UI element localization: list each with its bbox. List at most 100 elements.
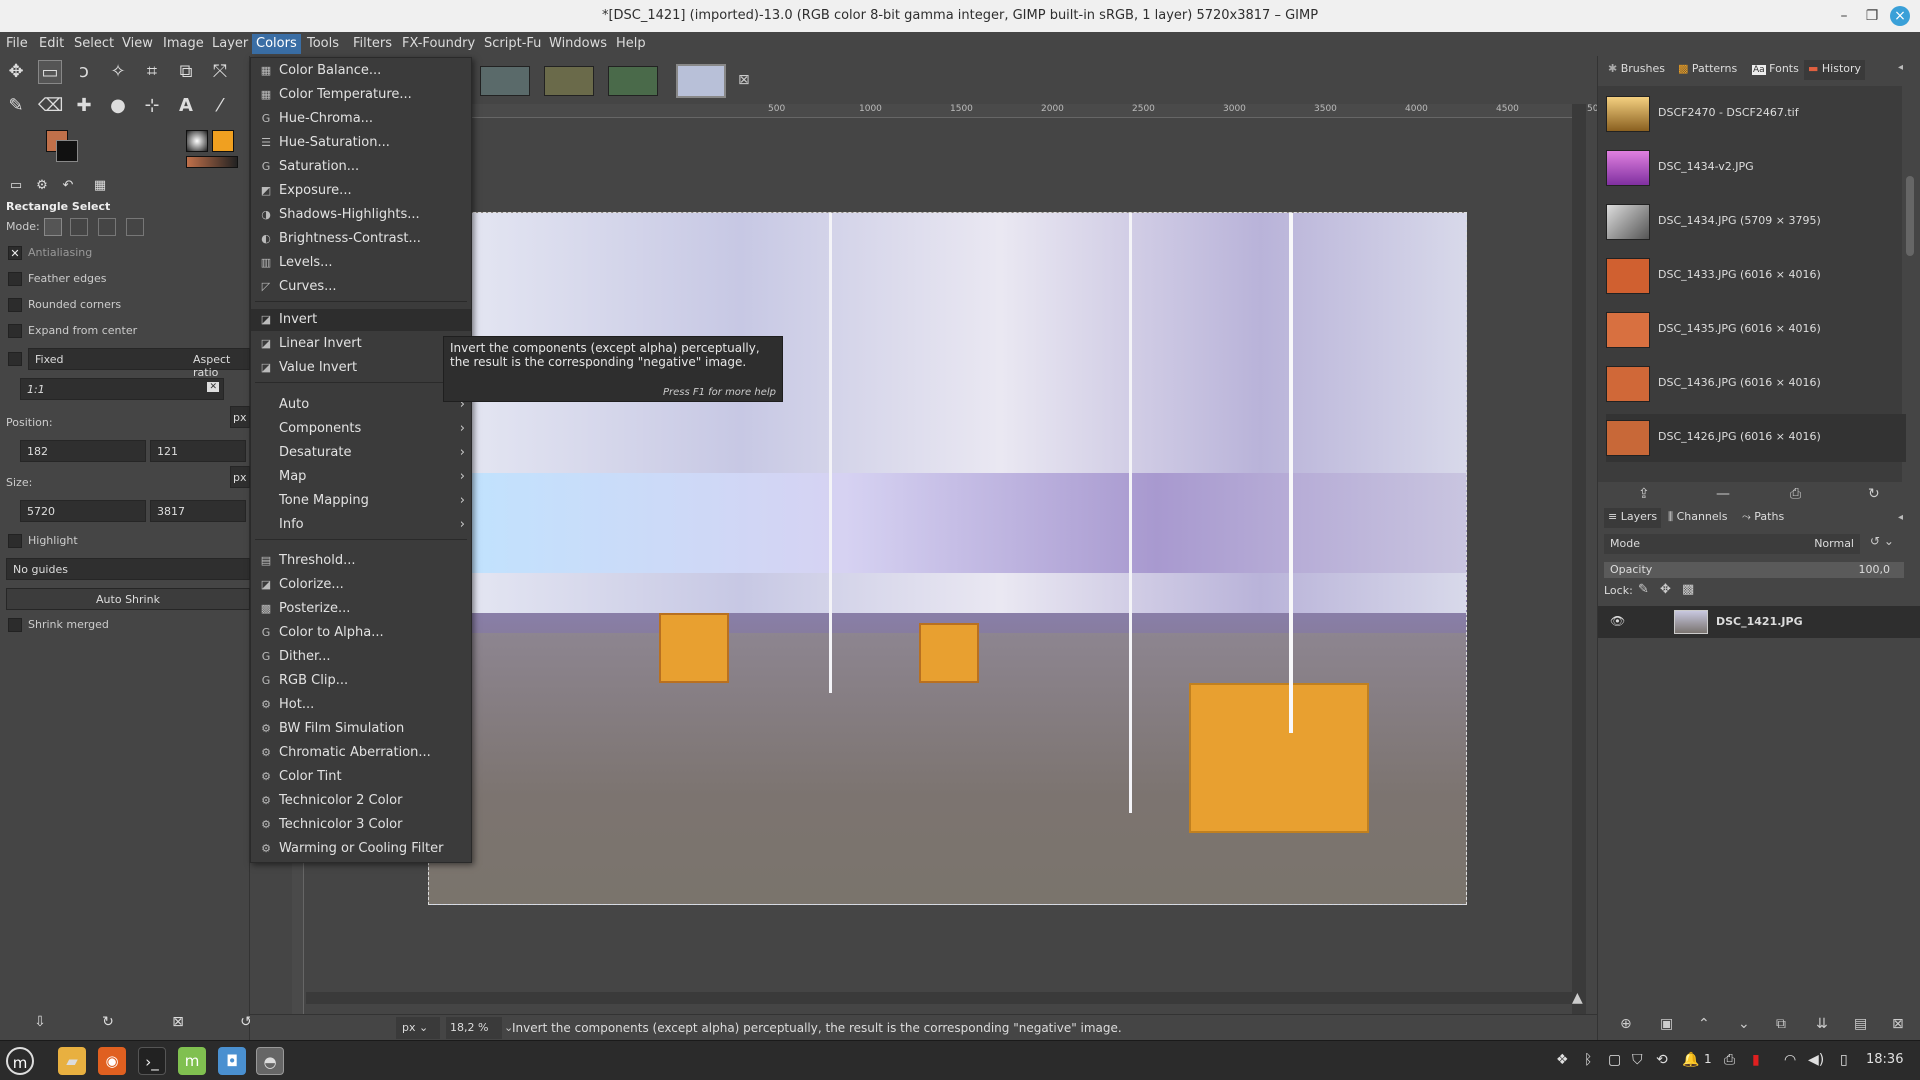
dock-menu-icon[interactable]: ◂	[1898, 512, 1903, 523]
history-scrollbar[interactable]	[1906, 176, 1914, 256]
menu-item-components[interactable]: Components ›	[251, 418, 471, 440]
raise-layer-icon[interactable]: ⌃	[1698, 1016, 1710, 1032]
keyboard-flag-icon[interactable]: ▮	[1752, 1052, 1760, 1068]
canvas-image[interactable]	[428, 212, 1467, 905]
menu-file[interactable]: File	[6, 36, 28, 51]
images-tab-icon[interactable]: ▦	[88, 174, 112, 198]
menu-edit[interactable]: Edit	[39, 36, 64, 51]
layer-row[interactable]: 👁 DSC_1421.JPG	[1598, 606, 1920, 638]
menu-item-colorize[interactable]: ◪ Colorize...	[251, 574, 471, 596]
menu-select[interactable]: Select	[74, 36, 114, 51]
dock-menu-icon[interactable]: ◂	[1898, 62, 1903, 73]
dropbox-icon[interactable]: ❖	[1556, 1052, 1569, 1068]
image-tab-active-thumb[interactable]	[676, 64, 726, 98]
volume-icon[interactable]: ◀)	[1808, 1052, 1824, 1068]
lock-position-icon[interactable]: ✥	[1660, 582, 1671, 597]
undo-history-tab-icon[interactable]: ↶	[56, 174, 80, 198]
menu-windows[interactable]: Windows	[549, 36, 607, 51]
menu-item-brightness-contrast[interactable]: ◐ Brightness-Contrast...	[251, 228, 471, 250]
menu-filters[interactable]: Filters	[353, 36, 392, 51]
position-x-field[interactable]: 182	[20, 440, 146, 462]
menu-item-map[interactable]: Map ›	[251, 466, 471, 488]
menu-item-color-to-alpha[interactable]: G Color to Alpha...	[251, 622, 471, 644]
printer-icon[interactable]: ⎙	[1724, 1052, 1735, 1068]
menu-item-hue-chroma[interactable]: G Hue-Chroma...	[251, 108, 471, 130]
warp-tool-icon[interactable]: ⤧	[208, 60, 232, 84]
gradient-preview[interactable]	[186, 156, 238, 168]
text-tool-icon[interactable]: A	[174, 94, 198, 118]
save-options-icon[interactable]: ⇩	[28, 1010, 52, 1034]
menu-item-dither[interactable]: G Dither...	[251, 646, 471, 668]
position-y-field[interactable]: 121	[150, 440, 246, 462]
mode-add-icon[interactable]	[70, 218, 88, 236]
new-layer-icon[interactable]: ⊕	[1620, 1016, 1632, 1032]
menu-item-rgb-clip[interactable]: G RGB Clip...	[251, 670, 471, 692]
navigate-icon[interactable]: ▲	[1572, 990, 1583, 1006]
ratio-field[interactable]: 1:1 ✕	[20, 378, 224, 400]
opacity-slider[interactable]: Opacity 100,0	[1604, 562, 1904, 578]
tab-patterns[interactable]: ▩ Patterns	[1674, 60, 1741, 80]
unit-dropdown[interactable]: px ⌄	[396, 1017, 440, 1039]
menu-item-shadows-highlights[interactable]: ◑ Shadows-Highlights...	[251, 204, 471, 226]
heal-tool-icon[interactable]: ✚	[72, 94, 96, 118]
menu-item-levels[interactable]: ▥ Levels...	[251, 252, 471, 274]
position-unit[interactable]: px	[230, 406, 250, 428]
open-image-icon[interactable]: ⇪	[1638, 486, 1650, 502]
menu-item-linear-invert[interactable]: ◪ Linear Invert	[251, 333, 471, 355]
duplicate-layer-icon[interactable]: ⧉	[1776, 1016, 1786, 1032]
menu-item-desaturate[interactable]: Desaturate ›	[251, 442, 471, 464]
fixed-checkbox[interactable]	[8, 352, 22, 366]
menu-item-hue-saturation[interactable]: ☰ Hue-Saturation...	[251, 132, 471, 154]
menu-item-info[interactable]: Info ›	[251, 514, 471, 536]
mask-icon[interactable]: ▤	[1854, 1016, 1867, 1032]
color-picker-icon[interactable]: ⁄	[208, 94, 232, 118]
tab-channels[interactable]: ⫼ Channels	[1664, 508, 1731, 528]
antialiasing-checkbox[interactable]: ✕	[8, 246, 22, 260]
print-icon[interactable]: ⎙	[1790, 486, 1801, 502]
shrink-merged-checkbox[interactable]	[8, 618, 22, 632]
image-tab-thumb[interactable]	[608, 66, 658, 96]
tab-fonts[interactable]: Aa Fonts	[1748, 60, 1803, 80]
horizontal-scrollbar[interactable]	[306, 992, 1574, 1004]
lasso-tool-icon[interactable]: ↄ	[72, 60, 96, 84]
expand-checkbox[interactable]	[8, 324, 22, 338]
menu-help[interactable]: Help	[616, 36, 646, 51]
layer-mode-dropdown[interactable]: Mode Normal	[1604, 534, 1860, 554]
menu-item-color-balance[interactable]: ▦ Color Balance...	[251, 60, 471, 82]
restore-options-icon[interactable]: ↻	[96, 1010, 120, 1034]
new-group-icon[interactable]: ▣	[1660, 1016, 1673, 1032]
menu-script-fu[interactable]: Script-Fu	[484, 36, 541, 51]
zoom-dropdown[interactable]: 18,2 %	[446, 1017, 502, 1039]
files-icon[interactable]: ▰	[58, 1047, 86, 1075]
eraser-icon[interactable]: ⌫	[38, 94, 63, 118]
mode-reset-icon[interactable]: ↺ ⌄	[1870, 534, 1894, 548]
visibility-eye-icon[interactable]: 👁	[1610, 614, 1625, 628]
minimize-icon[interactable]: –	[1834, 6, 1854, 26]
fuzzy-select-icon[interactable]: ✧	[106, 60, 130, 84]
clear-icon[interactable]: ✕	[207, 382, 219, 392]
battery-icon[interactable]: ▯	[1840, 1052, 1848, 1068]
rect-select-tool-icon[interactable]: ▭	[38, 60, 62, 84]
menu-item-color-tint[interactable]: ⚙ Color Tint	[251, 766, 471, 788]
paintbrush-icon[interactable]: ✎	[4, 94, 28, 118]
menu-item-value-invert[interactable]: ◪ Value Invert	[251, 357, 471, 379]
clipboard-icon[interactable]: ▢	[1608, 1052, 1621, 1068]
tab-paths[interactable]: ⤳ Paths	[1738, 508, 1788, 528]
remove-icon[interactable]: —	[1716, 486, 1730, 502]
pattern-preview[interactable]	[212, 130, 234, 152]
menu-item-auto[interactable]: Auto ›	[251, 394, 471, 416]
brush-preview[interactable]	[186, 130, 208, 152]
crop-tool-icon[interactable]: ⌗	[140, 60, 164, 84]
firefox-icon[interactable]: ◉	[98, 1047, 126, 1075]
menu-tools[interactable]: Tools	[307, 36, 339, 51]
tab-layers[interactable]: ≡ Layers	[1604, 508, 1662, 528]
history-item[interactable]: DSC_1436.JPG (6016 × 4016)	[1606, 360, 1906, 408]
menu-item-invert[interactable]: ◪ Invert	[251, 309, 471, 331]
maximize-icon[interactable]: ❐	[1862, 6, 1882, 26]
mode-intersect-icon[interactable]	[126, 218, 144, 236]
history-item[interactable]: DSC_1435.JPG (6016 × 4016)	[1606, 306, 1906, 354]
menu-colors[interactable]: Colors	[252, 34, 301, 54]
mint-menu-icon[interactable]: m	[6, 1047, 34, 1075]
tab-brushes[interactable]: ✱ Brushes	[1604, 60, 1669, 80]
camera-icon[interactable]: ◘	[218, 1047, 246, 1075]
